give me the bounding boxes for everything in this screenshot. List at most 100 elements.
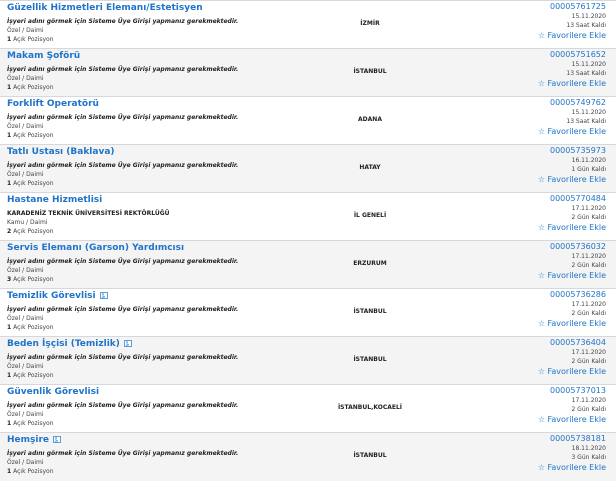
listing-id[interactable]: 00005738181: [496, 434, 606, 444]
listing-title[interactable]: Tatlı Ustası (Baklava): [7, 147, 347, 158]
add-to-favorites[interactable]: ☆ Favorilere Ekle: [496, 222, 606, 233]
positions-label: Açık Pozisyon: [13, 84, 54, 91]
listing-id[interactable]: 00005770484: [496, 194, 606, 204]
listing-date: 17.11.2020: [571, 253, 606, 260]
listing-date: 17.11.2020: [571, 397, 606, 404]
add-to-favorites[interactable]: ☆ Favorilere Ekle: [496, 414, 606, 425]
add-to-favorites[interactable]: ☆ Favorilere Ekle: [496, 126, 606, 137]
listing-positions: 1 Açık Pozisyon: [7, 35, 347, 44]
listing-title[interactable]: Makam Şoförü: [7, 51, 347, 62]
listing-date: 15.11.2020: [571, 61, 606, 68]
listing-employment-type: Özel / Daimi: [7, 75, 44, 82]
listing-employer: İşyeri adını görmek için Sisteme Üye Gir…: [7, 258, 239, 265]
add-to-favorites[interactable]: ☆ Favorilere Ekle: [496, 30, 606, 41]
add-to-favorites-label: Favorilere Ekle: [547, 223, 606, 232]
listing-row: Beden İşçisi (Temizlik) İşyeri adını gör…: [0, 337, 616, 385]
add-to-favorites-label: Favorilere Ekle: [547, 31, 606, 40]
job-listings: Güzellik Hizmetleri Elemanı/Estetisyen İ…: [0, 0, 616, 481]
positions-count: 1: [7, 324, 12, 331]
add-to-favorites-label: Favorilere Ekle: [547, 367, 606, 376]
listing-remaining: 2 Gün Kaldı: [571, 358, 606, 365]
add-to-favorites-label: Favorilere Ekle: [547, 271, 606, 280]
star-icon: ☆: [537, 31, 545, 40]
disability-icon: [99, 292, 108, 299]
listing-date: 17.11.2020: [571, 301, 606, 308]
positions-count: 1: [7, 132, 12, 139]
add-to-favorites-label: Favorilere Ekle: [547, 415, 606, 424]
listing-title[interactable]: Güzellik Hizmetleri Elemanı/Estetisyen: [7, 3, 347, 14]
add-to-favorites-label: Favorilere Ekle: [547, 463, 606, 472]
listing-location: ADANA: [358, 116, 382, 123]
listing-date: 17.11.2020: [571, 205, 606, 212]
listing-location: İSTANBUL: [353, 68, 387, 75]
listing-positions: 3 Açık Pozisyon: [7, 275, 347, 284]
star-icon: ☆: [537, 319, 545, 328]
listing-remaining: 1 Gün Kaldı: [571, 166, 606, 173]
listing-remaining: 2 Gün Kaldı: [571, 310, 606, 317]
add-to-favorites[interactable]: ☆ Favorilere Ekle: [496, 318, 606, 329]
listing-location: İSTANBUL: [353, 452, 387, 459]
positions-count: 1: [7, 420, 12, 427]
star-icon: ☆: [537, 175, 545, 184]
disability-icon: [124, 340, 132, 347]
add-to-favorites[interactable]: ☆ Favorilere Ekle: [496, 174, 606, 185]
listing-row: Hemşire İşyeri adını görmek için Sisteme…: [0, 433, 616, 481]
add-to-favorites[interactable]: ☆ Favorilere Ekle: [496, 462, 606, 473]
listing-remaining: 13 Saat Kaldı: [566, 70, 606, 77]
star-icon: ☆: [537, 127, 545, 136]
listing-id[interactable]: 00005736032: [496, 242, 606, 252]
listing-positions: 2 Açık Pozisyon: [7, 227, 347, 236]
positions-label: Açık Pozisyon: [13, 228, 54, 235]
listing-row: Hastane Hizmetlisi KARADENİZ TEKNİK ÜNİV…: [0, 193, 616, 241]
listing-title[interactable]: Güvenlik Görevlisi: [7, 387, 347, 398]
positions-count: 1: [7, 84, 12, 91]
listing-date: 15.11.2020: [571, 13, 606, 20]
listing-location: İSTANBUL: [353, 308, 387, 315]
positions-count: 2: [7, 228, 12, 235]
listing-title[interactable]: Servis Elemanı (Garson) Yardımcısı: [7, 243, 347, 254]
listing-row: Güzellik Hizmetleri Elemanı/Estetisyen İ…: [0, 1, 616, 49]
listing-id[interactable]: 00005737013: [496, 386, 606, 396]
listing-title[interactable]: Forklift Operatörü: [7, 99, 347, 110]
listing-location: İSTANBUL,KOCAELİ: [337, 404, 403, 411]
listing-location: İL GENELİ: [353, 212, 387, 219]
add-to-favorites-label: Favorilere Ekle: [547, 79, 606, 88]
listing-title[interactable]: Hemşire: [7, 435, 347, 446]
listing-id[interactable]: 00005751652: [496, 50, 606, 60]
listing-location: İSTANBUL: [353, 356, 387, 363]
listing-row: Tatlı Ustası (Baklava) İşyeri adını görm…: [0, 145, 616, 193]
listing-id[interactable]: 00005736286: [496, 290, 606, 300]
star-icon: ☆: [537, 223, 545, 232]
positions-label: Açık Pozisyon: [13, 132, 54, 139]
listing-id[interactable]: 00005735973: [496, 146, 606, 156]
listing-id[interactable]: 00005749762: [496, 98, 606, 108]
listing-employer: İşyeri adını görmek için Sisteme Üye Gir…: [7, 402, 239, 409]
listing-employer: İşyeri adını görmek için Sisteme Üye Gir…: [7, 354, 239, 361]
listing-title[interactable]: Temizlik Görevlisi: [7, 291, 347, 302]
listing-employment-type: Özel / Daimi: [7, 27, 44, 34]
listing-employer: İşyeri adını görmek için Sisteme Üye Gir…: [7, 18, 239, 25]
listing-positions: 1 Açık Pozisyon: [7, 131, 347, 140]
listing-employment-type: Özel / Daimi: [7, 267, 44, 274]
listing-id[interactable]: 00005761725: [496, 2, 606, 12]
listing-positions: 1 Açık Pozisyon: [7, 179, 347, 188]
listing-employer: İşyeri adını görmek için Sisteme Üye Gir…: [7, 450, 239, 457]
listing-row: Forklift Operatörü İşyeri adını görmek i…: [0, 97, 616, 145]
star-icon: ☆: [537, 271, 545, 280]
listing-id[interactable]: 00005736404: [496, 338, 606, 348]
add-to-favorites[interactable]: ☆ Favorilere Ekle: [496, 366, 606, 377]
add-to-favorites[interactable]: ☆ Favorilere Ekle: [496, 270, 606, 281]
positions-label: Açık Pozisyon: [13, 36, 54, 43]
listing-remaining: 2 Gün Kaldı: [571, 214, 606, 221]
add-to-favorites[interactable]: ☆ Favorilere Ekle: [496, 78, 606, 89]
listing-date: 18.11.2020: [571, 445, 606, 452]
listing-employment-type: Özel / Daimi: [7, 123, 44, 130]
add-to-favorites-label: Favorilere Ekle: [547, 127, 606, 136]
positions-count: 1: [7, 372, 12, 379]
listing-employment-type: Özel / Daimi: [7, 459, 44, 466]
listing-title[interactable]: Hastane Hizmetlisi: [7, 195, 347, 206]
listing-title[interactable]: Beden İşçisi (Temizlik): [7, 339, 347, 350]
listing-employer: İşyeri adını görmek için Sisteme Üye Gir…: [7, 162, 239, 169]
listing-row: Makam Şoförü İşyeri adını görmek için Si…: [0, 49, 616, 97]
listing-row: Servis Elemanı (Garson) Yardımcısı İşyer…: [0, 241, 616, 289]
